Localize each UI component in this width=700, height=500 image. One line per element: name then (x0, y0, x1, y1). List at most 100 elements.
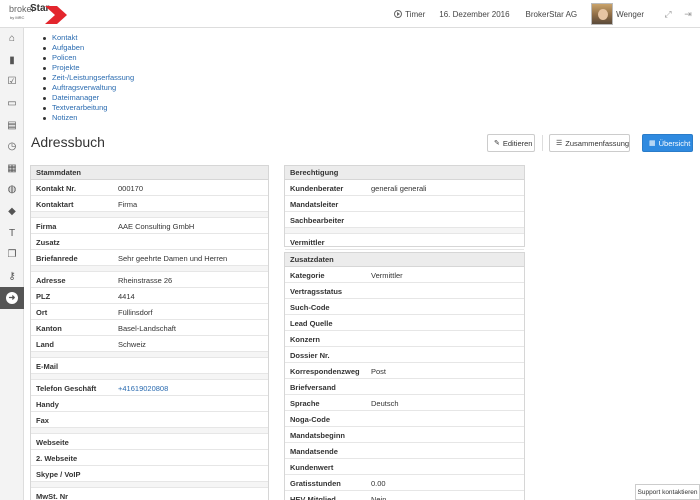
tag-icon[interactable]: ◆ (0, 201, 24, 223)
field-row: HEV Mitglied Nein (285, 491, 524, 500)
field-label: Mandatsbeginn (290, 431, 346, 440)
avatar[interactable] (591, 3, 614, 25)
field-label: Such-Code (290, 303, 330, 312)
key-icon[interactable]: ⚷ (0, 266, 24, 288)
calculator-icon[interactable]: ▦ (0, 158, 24, 180)
play-icon (394, 10, 403, 18)
checkbox-icon[interactable]: ☑ (0, 71, 24, 93)
field-row: Lead Quelle (285, 315, 524, 331)
field-label: Zusatz (36, 238, 60, 247)
edit-button-label: Editieren (502, 138, 533, 148)
sidebar: ⌂ ▮ ☑ ▭ ▤ ◷ ▦ ◍ ◆ T ❐ ⚷ ➜ (0, 28, 24, 500)
field-value: 000170 (118, 184, 144, 193)
logo-tagline: by MRC (10, 15, 25, 20)
nav-link[interactable]: Policen (40, 53, 134, 63)
field-row: Konzern (285, 331, 524, 347)
document-icon[interactable]: ▤ (0, 114, 24, 136)
clock-icon[interactable]: ◷ (0, 136, 24, 158)
fullscreen-icon[interactable]: ⤢ (660, 0, 676, 28)
field-label: Kanton (36, 324, 62, 333)
copy-icon[interactable]: ❐ (0, 244, 24, 266)
bookmark-icon[interactable]: ▮ (0, 50, 24, 72)
field-row: Noga-Code (285, 411, 524, 427)
field-row: Kontakt Nr. 000170 (31, 180, 268, 196)
field-row: Handy (31, 396, 268, 412)
calendar-icon[interactable]: ▭ (0, 93, 24, 115)
field-value: AAE Consulting GmbH (118, 222, 195, 231)
field-row: Sachbearbeiter (285, 212, 524, 228)
field-row: Kontaktart Firma (31, 196, 268, 212)
home-icon[interactable]: ⌂ (0, 28, 24, 50)
field-row: Briefversand (285, 379, 524, 395)
field-label: Korrespondenzweg (290, 367, 360, 376)
field-label: Kundenberater (290, 184, 344, 193)
field-value: Sehr geehrte Damen und Herren (118, 254, 228, 263)
field-row: Korrespondenzweg Post (285, 363, 524, 379)
nav-link[interactable]: Auftragsverwaltung (40, 83, 134, 93)
field-label: Vermittler (290, 238, 325, 247)
field-row: Sprache Deutsch (285, 395, 524, 411)
field-row: Dossier Nr. (285, 347, 524, 363)
field-value[interactable]: +41619020808 (118, 384, 168, 393)
field-row: Kundenwert (285, 459, 524, 475)
field-label: Ort (36, 308, 48, 317)
field-label: Briefversand (290, 383, 336, 392)
nav-link[interactable]: Textverarbeitung (40, 103, 134, 113)
user-name[interactable]: Wenger (616, 10, 644, 19)
brokerstar-logo[interactable]: broker Star by MRC (9, 3, 67, 25)
nav-link[interactable]: Zeit-/Leistungserfassung (40, 73, 134, 83)
field-label: HEV Mitglied (290, 495, 336, 500)
stammdaten-panel: Stammdaten Kontakt Nr. 000170 Kontaktart Fi… (30, 165, 269, 500)
field-value: Vermittler (371, 271, 403, 280)
arrow-right-circle-icon[interactable]: ➜ (0, 287, 24, 309)
field-value: Basel-Landschaft (118, 324, 176, 333)
field-label: Briefanrede (36, 254, 78, 263)
logout-icon[interactable]: ⇥ (680, 0, 696, 28)
pencil-icon: ✎ (494, 140, 500, 147)
field-label: Kontakt Nr. (36, 184, 77, 193)
timer-label: Timer (405, 9, 426, 19)
grid-icon: ▦ (649, 140, 656, 147)
field-row: Such-Code (285, 299, 524, 315)
text-icon[interactable]: T (0, 222, 24, 244)
support-contact-button[interactable]: Support kontaktieren (635, 484, 700, 500)
overview-button-label: Übersicht (658, 138, 691, 148)
timer-button[interactable]: Timer (394, 10, 425, 19)
field-label: Kontaktart (36, 200, 74, 209)
field-label: Handy (36, 400, 59, 409)
field-row: MwSt. Nr (31, 488, 268, 500)
field-label: Konzern (290, 335, 320, 344)
edit-button[interactable]: ✎ Editieren (487, 134, 535, 152)
nav-link-list: Kontakt Aufgaben Policen Projekte Zeit-/Leis… (40, 33, 134, 123)
field-label: Telefon Geschäft (36, 384, 97, 393)
field-label: Mandatsende (290, 447, 338, 456)
field-label: Gratisstunden (290, 479, 341, 488)
nav-link[interactable]: Projekte (40, 63, 134, 73)
field-value: 4414 (118, 292, 135, 301)
field-value: generali generali (371, 184, 427, 193)
field-label: Fax (36, 416, 49, 425)
summary-button-label: Zusammenfassung (565, 138, 630, 148)
field-value: Firma (118, 200, 138, 209)
field-label: Kundenwert (290, 463, 334, 472)
field-value: Schweiz (118, 340, 146, 349)
field-label: Mandatsleiter (290, 200, 339, 209)
nav-link[interactable]: Dateimanager (40, 93, 134, 103)
field-row: Vermittler (285, 234, 524, 250)
field-label: Firma (36, 222, 57, 231)
nav-link[interactable]: Notizen (40, 113, 134, 123)
field-value: Deutsch (371, 399, 399, 408)
globe-icon[interactable]: ◍ (0, 179, 24, 201)
nav-link[interactable]: Kontakt (40, 33, 134, 43)
field-row: Mandatsbeginn (285, 427, 524, 443)
berechtigung-panel: Berechtigung Kundenberater generali gener… (284, 165, 525, 250)
field-label: Sachbearbeiter (290, 216, 345, 225)
field-label: Skype / VoIP (36, 470, 81, 479)
summary-button[interactable]: ☰ Zusammenfassung (549, 134, 630, 152)
nav-link[interactable]: Aufgaben (40, 43, 134, 53)
company-name[interactable]: BrokerStar AG (526, 10, 578, 19)
field-row: Webseite (31, 434, 268, 450)
field-row: E-Mail (31, 358, 268, 374)
overview-button[interactable]: ▦ Übersicht (642, 134, 693, 152)
field-row: Skype / VoIP (31, 466, 268, 482)
